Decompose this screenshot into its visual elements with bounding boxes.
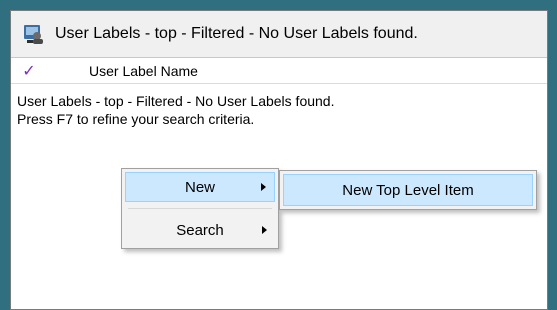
checkmark-icon[interactable]: ✓ xyxy=(11,61,41,81)
title-bar[interactable]: User Labels - top - Filtered - No User L… xyxy=(11,11,547,57)
window-title: User Labels - top - Filtered - No User L… xyxy=(55,25,418,42)
user-labels-app-icon xyxy=(21,21,47,47)
menu-item-new-top-level-item-label: New Top Level Item xyxy=(342,181,474,199)
user-labels-window: User Labels - top - Filtered - No User L… xyxy=(10,10,548,310)
submenu-arrow-icon xyxy=(262,226,267,234)
empty-message-line-2: Press F7 to refine your search criteria. xyxy=(17,111,255,127)
new-submenu: New Top Level Item xyxy=(279,170,537,210)
menu-separator xyxy=(128,208,272,209)
menu-item-new-top-level-item[interactable]: New Top Level Item xyxy=(283,174,533,206)
context-menu: New Search xyxy=(121,168,279,249)
menu-item-search[interactable]: Search xyxy=(125,215,275,245)
submenu-arrow-icon xyxy=(261,183,266,191)
empty-message-line-1: User Labels - top - Filtered - No User L… xyxy=(17,93,335,109)
column-header-user-label-name[interactable]: User Label Name xyxy=(41,63,198,79)
list-header: ✓ User Label Name xyxy=(11,58,547,84)
menu-item-search-label: Search xyxy=(176,221,224,239)
menu-item-new-label: New xyxy=(184,178,215,196)
empty-message: User Labels - top - Filtered - No User L… xyxy=(11,84,547,128)
menu-item-new[interactable]: New xyxy=(125,172,275,202)
